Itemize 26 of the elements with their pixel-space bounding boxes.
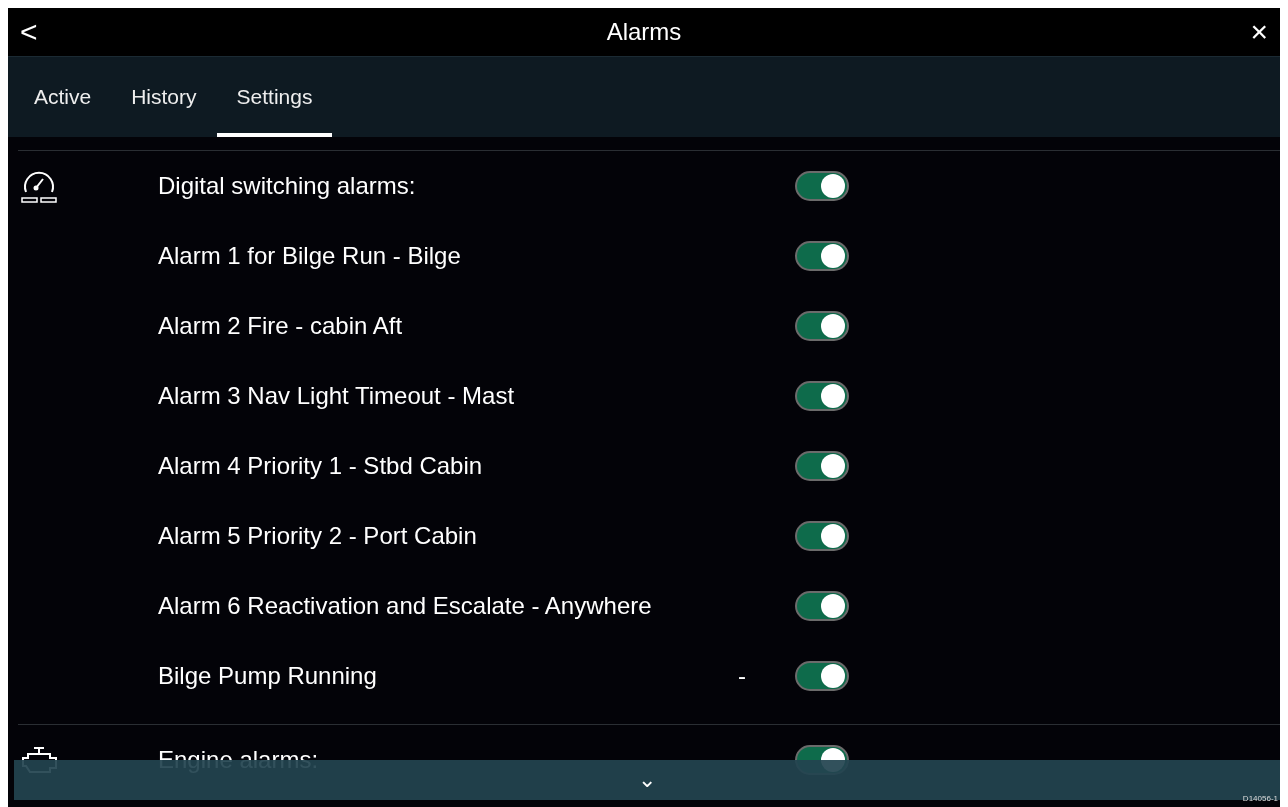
tab[interactable]: Settings [216,57,333,137]
alarm-label: Bilge Pump Running [158,661,378,691]
alarm-label: Alarm 6 Reactivation and Escalate - Anywhere [158,591,653,621]
toggle-switch[interactable] [795,661,849,691]
tab[interactable]: History [111,57,217,137]
toggle-switch[interactable] [795,591,849,621]
window-title: Alarms [606,17,682,47]
toggle-switch[interactable] [795,311,849,341]
alarm-label: Engine alarms: [158,745,320,775]
alarm-label: Alarm 1 for Bilge Run - Bilge [158,241,462,271]
scroll-down-button[interactable]: ⌄ [632,768,662,792]
value-text: - [738,662,746,689]
figure-code: D14056-1 [1242,793,1278,805]
toggle-switch[interactable] [795,241,849,271]
toggle-switch[interactable] [795,451,849,481]
toggle-switch[interactable] [795,521,849,551]
tab[interactable]: Active [14,57,112,137]
toggle-switch[interactable] [795,381,849,411]
close-button[interactable]: × [1238,17,1280,47]
alarm-label: Alarm 3 Nav Light Timeout - Mast [158,381,516,411]
alarm-label: Alarm 4 Priority 1 - Stbd Cabin [158,451,484,481]
toggle-switch[interactable] [795,171,849,201]
alarm-label: Alarm 2 Fire - cabin Aft [158,311,404,341]
alarm-label: Digital switching alarms: [158,171,417,201]
back-button[interactable]: < [8,17,50,47]
alarm-label: Alarm 5 Priority 2 - Port Cabin [158,521,478,551]
